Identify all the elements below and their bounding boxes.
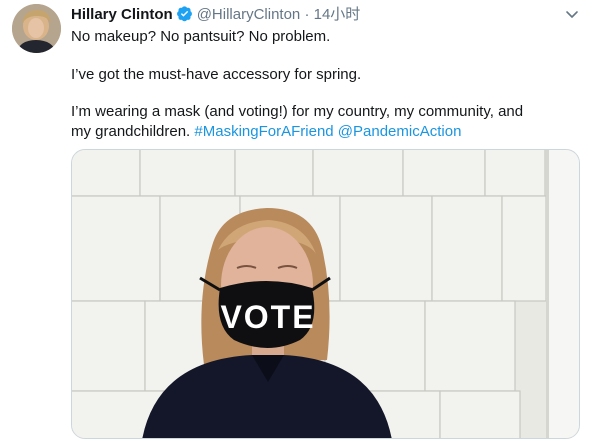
tweet-card[interactable]: Hillary Clinton @HillaryClinton · 14小时 No… xyxy=(0,0,594,441)
author-name[interactable]: Hillary Clinton xyxy=(71,6,173,23)
tweet-text-line-2: I’ve got the must-have accessory for spr… xyxy=(71,66,362,83)
verified-badge-icon xyxy=(176,5,193,28)
mask-text: VOTE xyxy=(220,299,315,335)
hashtag-link[interactable]: #MaskingForAFriend xyxy=(194,123,333,140)
separator-dot: · xyxy=(304,6,310,23)
avatar[interactable] xyxy=(12,4,61,53)
avatar-photo xyxy=(12,4,61,53)
tweet-timestamp[interactable]: 14小时 xyxy=(314,6,361,23)
tweet-text-line-4: my grandchildren. #MaskingForAFriend @Pa… xyxy=(71,122,581,142)
mention-link[interactable]: @PandemicAction xyxy=(338,123,462,140)
tweet-media-photo[interactable]: VOTE xyxy=(71,149,580,439)
tweet-text-line-1: No makeup? No pantsuit? No problem. xyxy=(71,28,331,45)
tweet-text-prefix: my grandchildren. xyxy=(71,123,191,140)
tweet-text-line-3: I’m wearing a mask (and voting!) for my … xyxy=(71,103,524,120)
photo-woman-wearing-vote-mask: VOTE xyxy=(72,150,579,438)
tweet-header: Hillary Clinton @HillaryClinton · 14小时 xyxy=(71,5,574,25)
author-handle[interactable]: @HillaryClinton xyxy=(197,6,301,23)
chevron-down-icon[interactable] xyxy=(564,6,580,22)
